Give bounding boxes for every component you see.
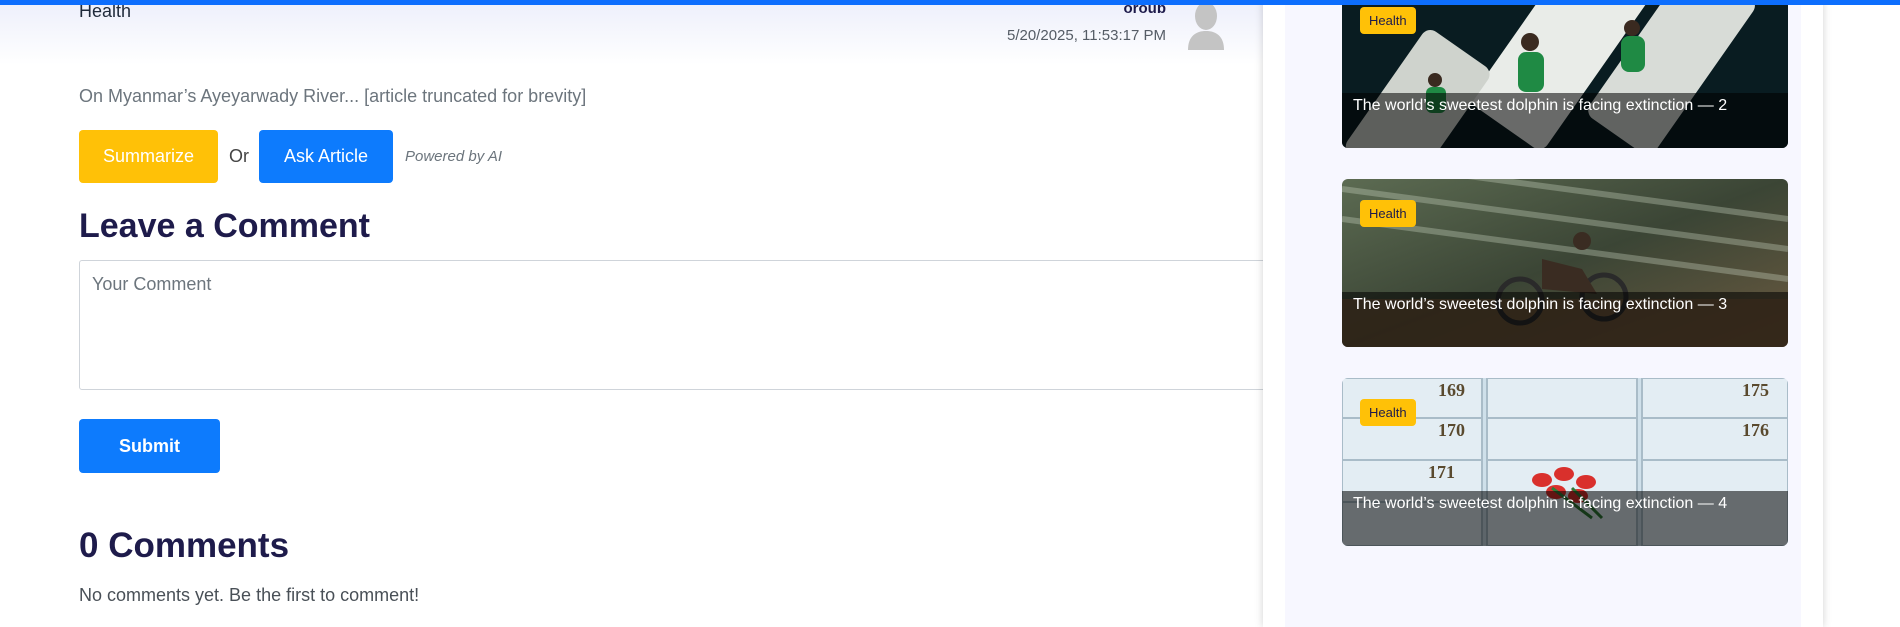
comments-count-heading: 0 Comments (79, 526, 290, 565)
related-article-card-2[interactable]: Health The world’s sweetest dolphin is f… (1342, 0, 1788, 148)
related-article-card-3[interactable]: Health The world’s sweetest dolphin is f… (1342, 179, 1788, 347)
card-title[interactable]: The world’s sweetest dolphin is facing e… (1353, 97, 1727, 115)
svg-text:170: 170 (1438, 420, 1465, 440)
svg-text:169: 169 (1438, 380, 1465, 400)
svg-text:175: 175 (1742, 380, 1769, 400)
ask-article-button[interactable]: Ask Article (259, 130, 393, 183)
category-badge[interactable]: Health (1360, 200, 1416, 227)
svg-text:176: 176 (1742, 420, 1769, 440)
card-title[interactable]: The world’s sweetest dolphin is facing e… (1353, 495, 1727, 513)
sidebar: Health The world’s sweetest dolphin is f… (1263, 0, 1823, 627)
summarize-button[interactable]: Summarize (79, 130, 218, 183)
submit-comment-button[interactable]: Submit (79, 419, 220, 473)
category-badge[interactable]: Health (1360, 7, 1416, 34)
svg-text:171: 171 (1428, 462, 1455, 482)
post-date: 5/20/2025, 11:53:17 PM (1006, 27, 1166, 44)
page-top-accent-bar (0, 0, 1900, 5)
user-avatar-icon (1188, 2, 1224, 50)
related-articles-panel: Health The world’s sweetest dolphin is f… (1285, 0, 1801, 627)
comment-input[interactable] (79, 260, 1287, 390)
article-excerpt: On Myanmar’s Ayeyarwady River... [articl… (79, 86, 587, 106)
no-comments-message: No comments yet. Be the first to comment… (79, 585, 420, 605)
powered-by-ai-note: Powered by AI (405, 148, 502, 165)
article-main: Health oroub 5/20/2025, 11:53:17 PM On M… (0, 0, 1287, 627)
leave-comment-heading: Leave a Comment (79, 207, 370, 245)
category-badge[interactable]: Health (1360, 399, 1416, 426)
card-title[interactable]: The world’s sweetest dolphin is facing e… (1353, 296, 1727, 314)
or-separator: Or (229, 146, 249, 166)
related-article-card-4[interactable]: 169 170 171 175 176 Health The world’s s… (1342, 378, 1788, 546)
avatar (1186, 0, 1226, 50)
